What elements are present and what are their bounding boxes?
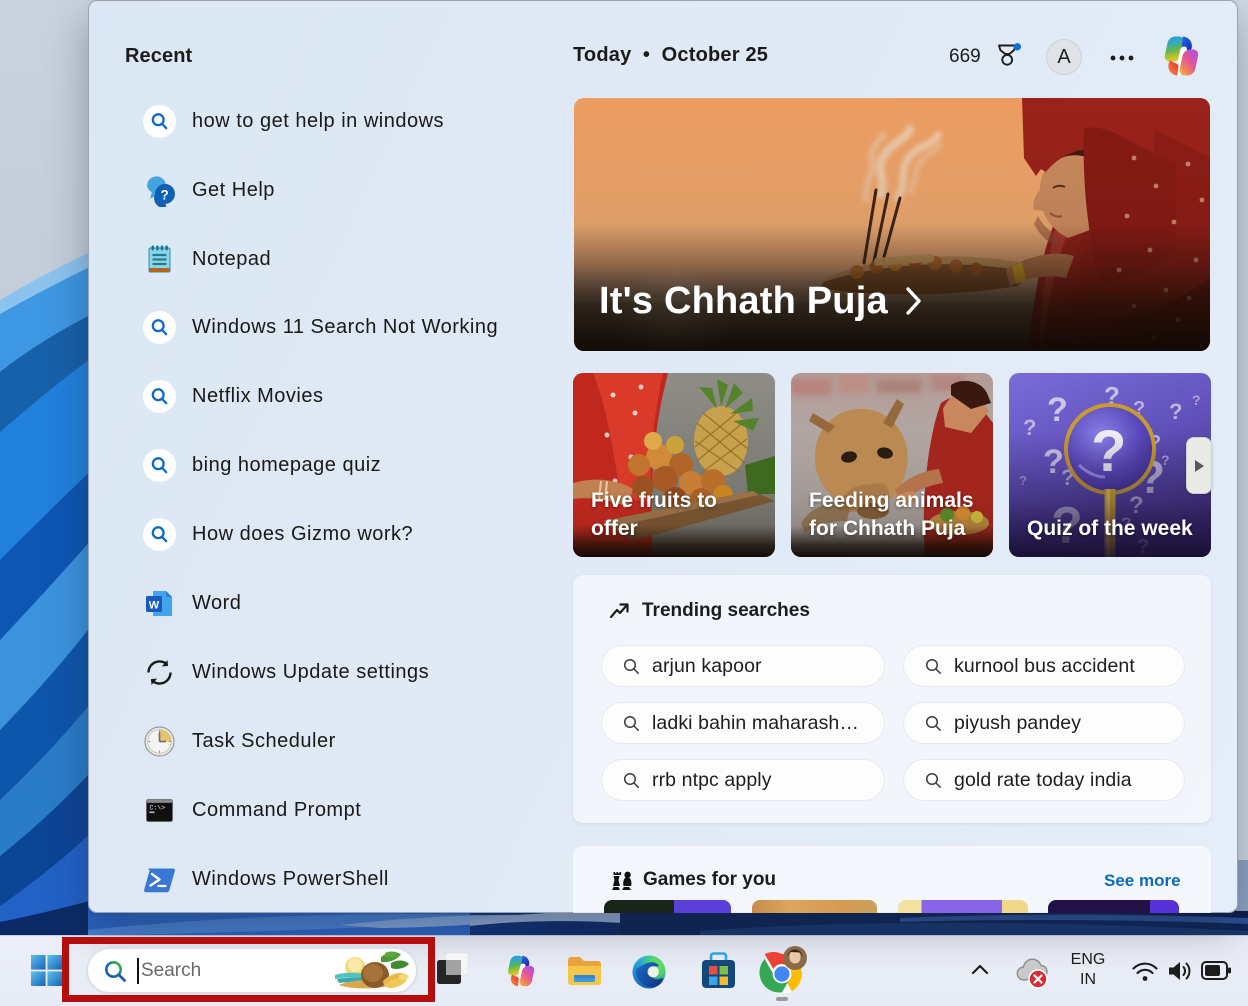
svg-text:?: ? xyxy=(1192,392,1201,408)
svg-text:W: W xyxy=(149,599,160,611)
svg-text:C:\>: C:\> xyxy=(150,804,166,811)
svg-text:?: ? xyxy=(160,187,168,202)
svg-text:?: ? xyxy=(1047,391,1068,429)
svg-text:?: ? xyxy=(1169,399,1182,424)
